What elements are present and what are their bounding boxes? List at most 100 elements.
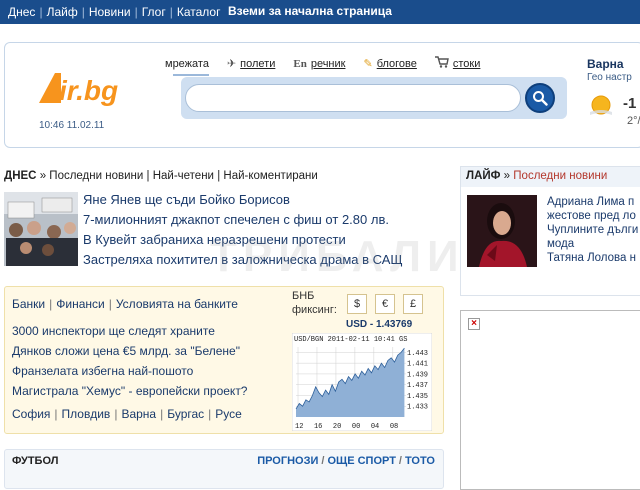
- nav-link-katalog[interactable]: Каталог: [173, 5, 225, 19]
- tab-poleti[interactable]: ✈ полети: [226, 57, 276, 71]
- chart-x-tick-label: 12: [295, 423, 303, 431]
- news-photo[interactable]: [4, 192, 78, 266]
- today-link-most-commented[interactable]: Най-коментирани: [223, 170, 317, 182]
- football-link-predictions[interactable]: ПРОГНОЗИ: [257, 455, 318, 467]
- life-headline[interactable]: жестове пред ло: [547, 209, 638, 223]
- football-links: ПРОГНОЗИ / ОЩЕ СПОРТ / ТОТО: [257, 455, 435, 467]
- finance-tab-bank-terms[interactable]: Условията на банките: [116, 297, 238, 311]
- tab-label: мрежата: [165, 57, 209, 70]
- weather-forecast-temp: 2°/: [627, 115, 640, 127]
- tab-label: блогове: [376, 57, 417, 70]
- life-headline[interactable]: мода: [547, 237, 638, 251]
- news-headline[interactable]: 7-милионният джакпот спечелен с фиш от 2…: [83, 211, 403, 231]
- finance-news-list: 3000 инспектори ще следят храните Дянков…: [12, 322, 247, 402]
- link-separator: |: [114, 407, 118, 421]
- svg-text:ir.bg: ir.bg: [59, 75, 118, 106]
- search-input[interactable]: [185, 84, 521, 112]
- today-section-header: ДНЕС » Последни новини | Най-четени | На…: [4, 170, 318, 182]
- chart-y-tick-label: 1.443: [407, 350, 428, 358]
- life-photo[interactable]: [467, 195, 537, 267]
- bnb-label-line: БНБ: [292, 290, 315, 302]
- search-tabs: мрежата ✈ полети En речник ✎ блогове сто…: [165, 56, 498, 71]
- search-icon: [533, 91, 548, 106]
- football-link-toto[interactable]: ТОТО: [405, 455, 435, 467]
- city-link-burgas[interactable]: Бургас: [167, 407, 204, 421]
- news-headline[interactable]: Застреляха похитител в заложническа драм…: [83, 251, 403, 271]
- top-navigation-bar: Днес | Лайф | Новини | Глог | Каталог Вземи …: [0, 0, 640, 24]
- arrow-icon: »: [503, 170, 511, 182]
- city-link-sofia[interactable]: София: [12, 407, 50, 421]
- tab-label: речник: [310, 57, 346, 70]
- football-title[interactable]: ФУТБОЛ: [12, 455, 58, 467]
- arrow-icon: »: [39, 170, 47, 182]
- nav-link-novini[interactable]: Новини: [85, 5, 135, 19]
- link-separator: |: [146, 170, 150, 182]
- chart-x-tick-label: 16: [314, 423, 322, 431]
- chart-y-tick-label: 1.433: [407, 404, 428, 412]
- nav-link-glog[interactable]: Глог: [138, 5, 170, 19]
- city-link-plovdiv[interactable]: Пловдив: [62, 407, 111, 421]
- chart-y-tick-label: 1.435: [407, 393, 428, 401]
- bnb-fixing-label: БНБ фиксинг:: [292, 289, 352, 317]
- search-button[interactable]: [525, 83, 555, 113]
- news-headline[interactable]: Яне Янев ще съди Бойко Борисов: [83, 191, 403, 211]
- finance-box: Банки | Финанси | Условията на банките 3000 …: [4, 286, 444, 434]
- usd-exchange-rate: USD - 1.43769: [346, 319, 413, 330]
- life-link-latest[interactable]: Последни новини: [513, 170, 607, 182]
- finance-headline[interactable]: Магистрала "Хемус" - европейски проект?: [12, 382, 247, 402]
- football-link-more-sport[interactable]: ОЩЕ СПОРТ: [327, 455, 395, 467]
- finance-headline[interactable]: Франзелата избегна най-пошото: [12, 362, 247, 382]
- dir-bg-logo[interactable]: ir.bg: [37, 67, 153, 107]
- link-separator: |: [208, 407, 212, 421]
- city-link-varna[interactable]: Варна: [121, 407, 156, 421]
- nav-link-layf[interactable]: Лайф: [43, 5, 82, 19]
- tab-label: полети: [240, 57, 276, 70]
- tab-rechnik[interactable]: En речник: [293, 58, 345, 70]
- finance-tab-banks[interactable]: Банки: [12, 297, 45, 311]
- finance-headline[interactable]: 3000 инспектори ще следят храните: [12, 322, 247, 342]
- currency-eur-button[interactable]: €: [375, 294, 395, 314]
- chart-x-tick-label: 00: [352, 423, 360, 431]
- chart-x-tick-label: 04: [371, 423, 379, 431]
- life-headline[interactable]: Татяна Лолова н: [547, 251, 638, 265]
- life-section: ЛАЙФ » Последни новини Адриана Лима п же…: [460, 166, 640, 296]
- logo-graphic: ir.bg: [39, 73, 118, 106]
- news-headline[interactable]: В Кувейт забраниха неразрешени протести: [83, 231, 403, 251]
- link-separator: /: [321, 455, 325, 467]
- weather-city[interactable]: Варна: [587, 57, 624, 71]
- finance-tab-finance[interactable]: Финанси: [56, 297, 104, 311]
- plane-icon: ✈: [226, 58, 237, 70]
- life-title[interactable]: ЛАЙФ: [466, 170, 500, 182]
- currency-usd-button[interactable]: $: [347, 294, 367, 314]
- protest-crowd-image: [4, 192, 78, 266]
- celebrity-photo-image: [467, 195, 537, 267]
- link-separator: /: [398, 455, 402, 467]
- tab-blogove[interactable]: ✎ блогове: [363, 57, 417, 71]
- set-homepage-link[interactable]: Вземи за начална страница: [228, 4, 392, 18]
- currency-gbp-button[interactable]: £: [403, 294, 423, 314]
- tab-stoki[interactable]: стоки: [434, 56, 480, 71]
- link-separator: |: [54, 407, 58, 421]
- chart-y-tick-label: 1.439: [407, 371, 428, 379]
- today-link-latest[interactable]: Последни новини: [49, 170, 143, 182]
- link-separator: |: [160, 407, 164, 421]
- chart-x-tick-label: 20: [333, 423, 341, 431]
- link-separator: |: [49, 297, 53, 311]
- city-link-ruse[interactable]: Русе: [215, 407, 242, 421]
- advertisement-box: ×: [460, 310, 640, 490]
- chart-y-tick-label: 1.437: [407, 382, 428, 390]
- weather-geo-settings[interactable]: Гео настр: [587, 72, 632, 83]
- life-headline[interactable]: Адриана Лима п: [547, 195, 638, 209]
- usd-bgn-chart[interactable]: USD/BGN 2011-02-11 10:41 GS 1.443 1.441 1.…: [292, 333, 432, 431]
- today-link-most-read[interactable]: Най-четени: [153, 170, 214, 182]
- nav-link-dnes[interactable]: Днес: [4, 5, 39, 19]
- bnb-label-line: фиксинг:: [292, 304, 337, 316]
- tab-mrezhata[interactable]: мрежата: [165, 58, 209, 70]
- life-headline[interactable]: Чуплините дълги: [547, 223, 638, 237]
- broken-image-icon[interactable]: ×: [468, 318, 480, 330]
- pencil-icon: ✎: [363, 58, 373, 70]
- finance-tabs: Банки | Финанси | Условията на банките: [12, 297, 238, 311]
- finance-headline[interactable]: Дянков сложи цена €5 млрд. за "Белене": [12, 342, 247, 362]
- football-section: ФУТБОЛ ПРОГНОЗИ / ОЩЕ СПОРТ / ТОТО: [4, 449, 444, 489]
- sunny-weather-icon: [590, 95, 612, 115]
